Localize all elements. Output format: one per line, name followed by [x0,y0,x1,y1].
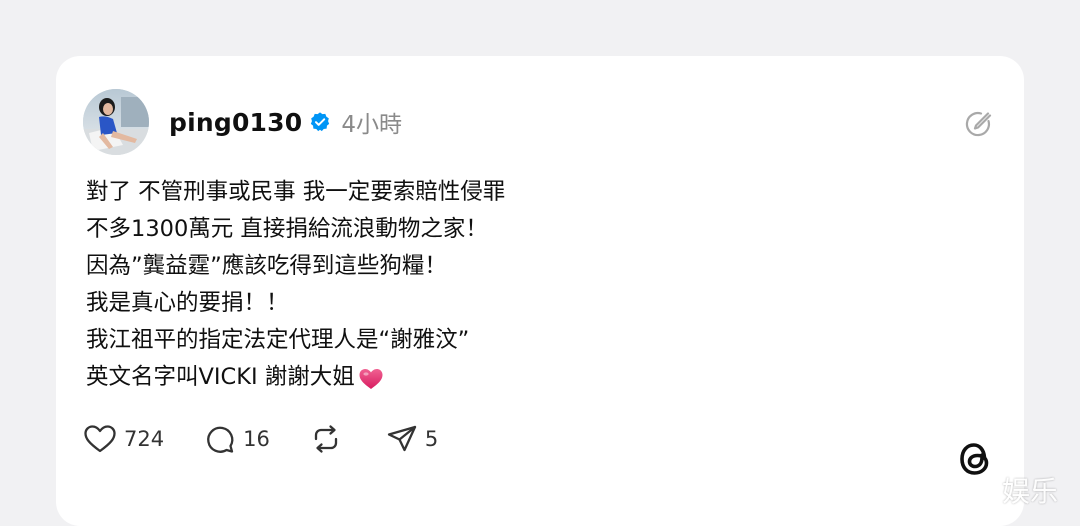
post-line: 我是真心的要捐！！ [86,290,289,316]
verified-badge-icon [309,111,331,133]
send-icon [387,425,416,452]
comment-icon [207,426,234,453]
post-header: ping0130 4小時 [169,104,402,140]
username[interactable]: ping0130 [169,108,302,137]
like-button[interactable]: 724 [83,424,164,454]
post-actions: 724 16 5 [83,422,438,456]
watermark: 娱乐 [1002,475,1059,508]
post-text: 對了 不管刑事或民事 我一定要索賠性侵罪 不多1300萬元 直接捐給流浪動物之家… [86,174,986,396]
edit-icon[interactable] [962,108,994,140]
post-line: 因為”龔益霆”應該吃得到這些狗糧！ [86,253,447,279]
repost-button[interactable] [310,423,342,455]
comment-count: 16 [243,427,270,451]
post-line: 不多1300萬元 直接捐給流浪動物之家！ [86,216,488,242]
share-button[interactable]: 5 [386,423,438,455]
heart-emoji [358,366,384,390]
repost-icon [314,425,337,453]
like-count: 724 [124,427,165,451]
avatar-photo [83,89,149,155]
heart-icon [84,425,116,453]
post-line: 英文名字叫VICKI 謝謝大姐 [86,359,986,396]
threads-logo-icon[interactable] [956,437,994,481]
avatar[interactable] [83,89,149,155]
post-line: 對了 不管刑事或民事 我一定要索賠性侵罪 [86,179,506,205]
post-line: 我江祖平的指定法定代理人是“謝雅汶” [86,327,470,353]
post-timestamp: 4小時 [341,112,402,138]
comment-button[interactable]: 16 [204,423,270,455]
post-card: ping0130 4小時 對了 不管刑事或民事 我一定要索賠性侵罪 不多1300… [56,56,1024,526]
share-count: 5 [424,427,439,451]
